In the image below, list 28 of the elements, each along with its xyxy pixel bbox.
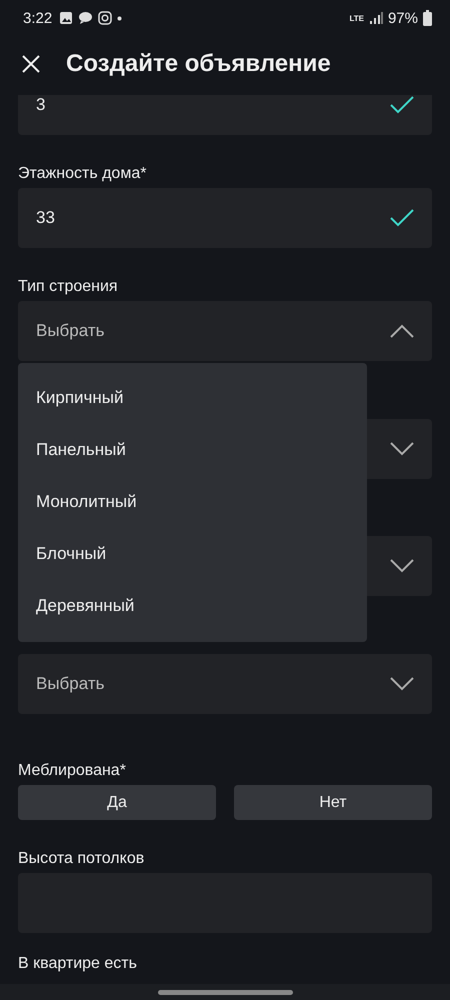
dropdown-option[interactable]: Деревянный [18,580,367,632]
dot-icon [117,16,122,20]
choice-button[interactable]: Нет [234,785,432,820]
field-label: Тип строения [18,278,118,295]
choice-button[interactable]: Да [18,785,216,820]
home-indicator[interactable] [158,990,292,994]
input-field[interactable]: 3 [18,95,432,135]
chat-icon [78,11,94,25]
section-heading: В квартире есть [18,955,137,972]
field-label: Меблирована* [18,762,126,779]
network-type: LTE [349,14,364,22]
field-label: Этажность дома* [18,165,146,182]
dropdown-option[interactable]: Кирпичный [18,372,367,424]
dropdown-option[interactable]: Панельный [18,424,367,476]
input-field[interactable]: 33 [18,188,432,248]
close-icon[interactable] [21,54,41,74]
battery-level: 97% [388,10,418,26]
signal-icon [368,12,383,24]
camera-icon [98,11,112,25]
select-field[interactable]: Выбрать [18,654,432,714]
page-title: Создайте объявление [66,50,331,78]
select-field[interactable]: Выбрать [18,301,432,361]
battery-icon [423,10,432,26]
dropdown-option[interactable]: Монолитный [18,476,367,528]
dropdown-option[interactable]: Блочный [18,528,367,580]
field-label: Высота потолков [18,850,144,867]
gallery-icon [59,11,74,25]
status-time: 3:22 [23,10,52,26]
